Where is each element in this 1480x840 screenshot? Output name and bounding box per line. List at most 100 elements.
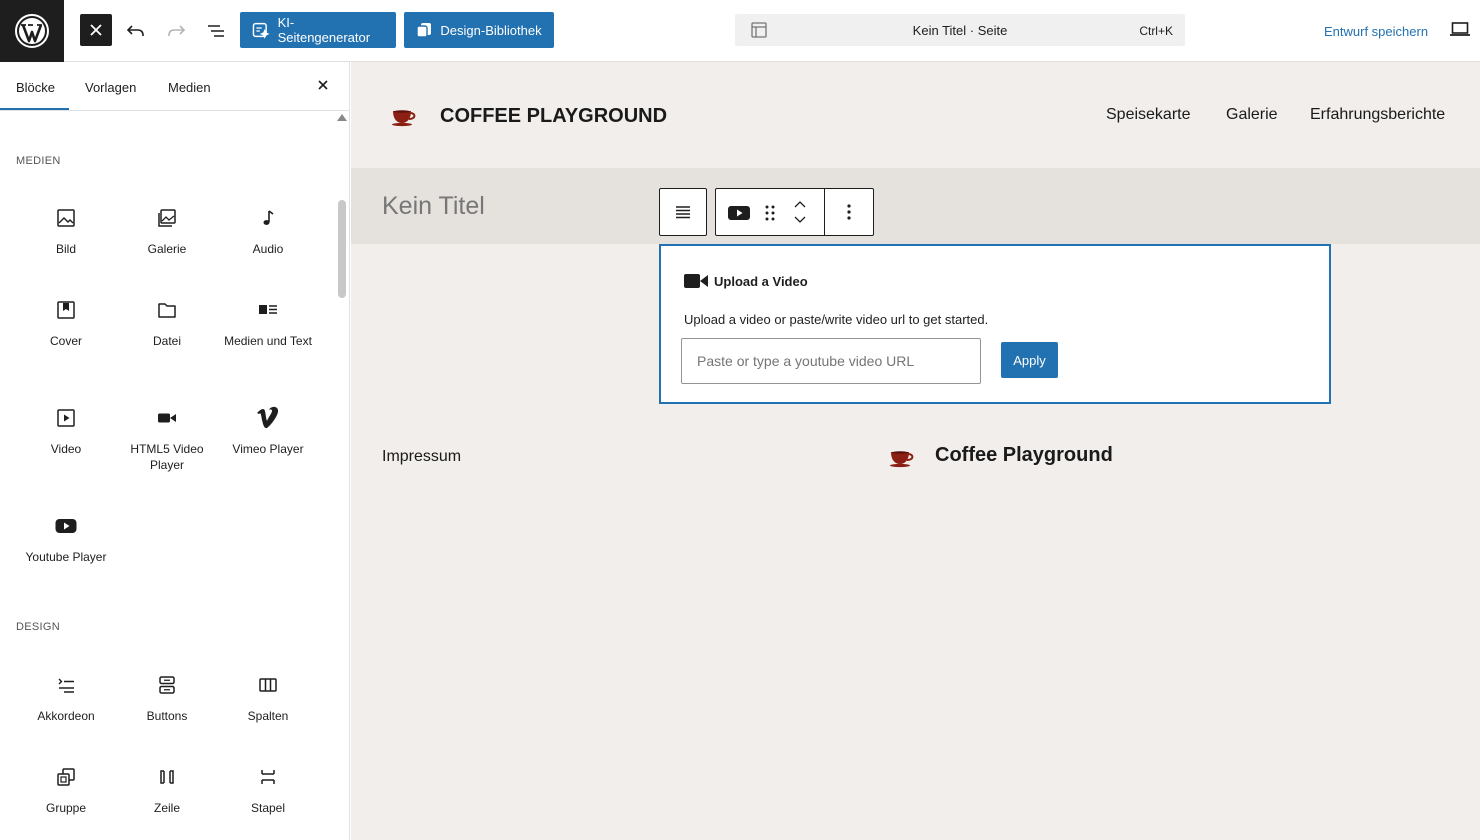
block-label: Video (50, 442, 82, 456)
block-audio[interactable]: Audio (218, 205, 318, 257)
tab-media[interactable]: Medien (168, 80, 211, 95)
block-vimeo[interactable]: Vimeo Player (218, 405, 318, 457)
media-text-icon (259, 305, 277, 314)
page-title-band: Kein Titel (351, 168, 1480, 244)
youtube-video-block[interactable]: Upload a Video Upload a video or paste/w… (659, 244, 1331, 404)
list-view-icon (208, 24, 224, 37)
block-media-text[interactable]: Medien und Text (218, 297, 318, 349)
vimeo-icon (257, 406, 279, 429)
video-block-header: Upload a Video (684, 273, 808, 289)
block-label: Youtube Player (25, 550, 107, 564)
block-inserter-panel: Blöcke Vorlagen Medien MEDIEN Bild Galer… (0, 62, 350, 840)
music-note-icon (263, 210, 274, 225)
nav-item-gallery[interactable]: Galerie (1226, 106, 1278, 124)
block-type-button[interactable] (727, 203, 751, 228)
block-label: Vimeo Player (232, 442, 304, 456)
block-gallery[interactable]: Galerie (117, 205, 217, 257)
category-media-title: MEDIEN (16, 155, 61, 167)
wordpress-logo-button[interactable] (0, 0, 64, 62)
block-label: Audio (252, 242, 284, 256)
video-camera-icon (158, 413, 176, 423)
block-group[interactable]: Gruppe (16, 764, 116, 816)
block-cover[interactable]: Cover (16, 297, 116, 349)
scrollbar-thumb[interactable] (338, 200, 346, 298)
block-buttons[interactable]: Buttons (117, 672, 217, 724)
block-file[interactable]: Datei (117, 297, 217, 349)
stack-icon (261, 770, 275, 784)
close-inserter-button[interactable] (80, 14, 112, 46)
desktop-icon (1450, 22, 1470, 36)
block-row[interactable]: Zeile (117, 764, 217, 816)
nav-item-testimonials[interactable]: Erfahrungsberichte (1310, 106, 1445, 124)
block-image[interactable]: Bild (16, 205, 116, 257)
block-label: Gruppe (45, 801, 87, 815)
close-icon (318, 80, 328, 90)
block-columns[interactable]: Spalten (218, 672, 318, 724)
ki-page-generator-button[interactable]: KI-Seitengenerator (240, 12, 396, 48)
move-down-button[interactable] (792, 213, 808, 231)
footer-logo[interactable] (889, 448, 917, 473)
drag-handle[interactable] (764, 204, 776, 227)
align-button[interactable] (659, 188, 707, 236)
preview-button[interactable] (1450, 20, 1470, 43)
tab-blocks[interactable]: Blöcke (16, 80, 55, 95)
chevron-up-icon (794, 201, 806, 208)
block-label: Zeile (153, 801, 180, 815)
block-label: Buttons (146, 709, 188, 723)
block-label: Datei (152, 334, 181, 348)
video-block-heading: Upload a Video (714, 273, 808, 289)
close-icon (90, 24, 102, 36)
apply-button[interactable]: Apply (1001, 342, 1058, 378)
block-label: Galerie (147, 242, 187, 256)
design-library-button[interactable]: Design-Bibliothek (404, 12, 554, 48)
block-label: Spalten (247, 709, 289, 723)
image-icon (57, 209, 75, 227)
block-html5-video[interactable]: HTML5 Video Player (117, 405, 217, 473)
command-palette-bar[interactable]: Kein Titel · Seite Ctrl+K (735, 14, 1185, 46)
block-video[interactable]: Video (16, 405, 116, 457)
tab-patterns[interactable]: Vorlagen (85, 80, 136, 95)
block-options-button[interactable] (825, 188, 874, 236)
video-play-icon (57, 409, 75, 427)
ki-page-generator-label: KI-Seitengenerator (277, 15, 371, 45)
footer-site-title[interactable]: Coffee Playground (935, 444, 1113, 467)
block-label: Medien und Text (224, 334, 312, 348)
close-panel-button[interactable] (316, 78, 330, 97)
more-vertical-icon (847, 204, 851, 220)
site-title[interactable]: COFFEE PLAYGROUND (440, 105, 667, 128)
coffee-cup-icon (890, 451, 914, 468)
folder-icon (158, 303, 176, 318)
wordpress-icon (15, 14, 49, 48)
block-label: Stapel (250, 801, 286, 815)
nav-item-menu[interactable]: Speisekarte (1106, 106, 1191, 124)
page-title[interactable]: Kein Titel (382, 192, 485, 221)
buttons-icon (159, 676, 175, 694)
columns-icon (259, 678, 277, 692)
editor-canvas: COFFEE PLAYGROUND Speisekarte Galerie Er… (351, 62, 1480, 840)
redo-button[interactable] (162, 13, 190, 48)
block-stack[interactable]: Stapel (218, 764, 318, 816)
block-youtube[interactable]: Youtube Player (16, 513, 116, 565)
document-overview-button[interactable] (202, 13, 230, 48)
gallery-icon (158, 209, 176, 227)
block-accordion[interactable]: Akkordeon (16, 672, 116, 724)
save-draft-button[interactable]: Entwurf speichern (1324, 24, 1428, 39)
active-tab-indicator (0, 108, 69, 110)
undo-button[interactable] (122, 13, 150, 48)
align-justify-icon (676, 206, 690, 219)
inserter-tabs: Blöcke Vorlagen Medien (0, 62, 349, 111)
youtube-icon (728, 206, 750, 220)
footer-link-impressum[interactable]: Impressum (382, 448, 461, 466)
ai-sparkle-icon (252, 22, 270, 39)
undo-icon (126, 24, 144, 36)
video-camera-icon (684, 274, 708, 288)
block-label: Cover (49, 334, 82, 348)
site-logo[interactable] (391, 107, 419, 132)
scrollbar-up-arrow[interactable] (337, 114, 347, 121)
accordion-icon (58, 678, 74, 693)
chevron-down-icon (794, 216, 806, 223)
video-block-description: Upload a video or paste/write video url … (684, 312, 989, 327)
group-icon (57, 768, 75, 786)
video-url-input[interactable] (681, 338, 981, 384)
coffee-cup-icon (392, 110, 416, 127)
